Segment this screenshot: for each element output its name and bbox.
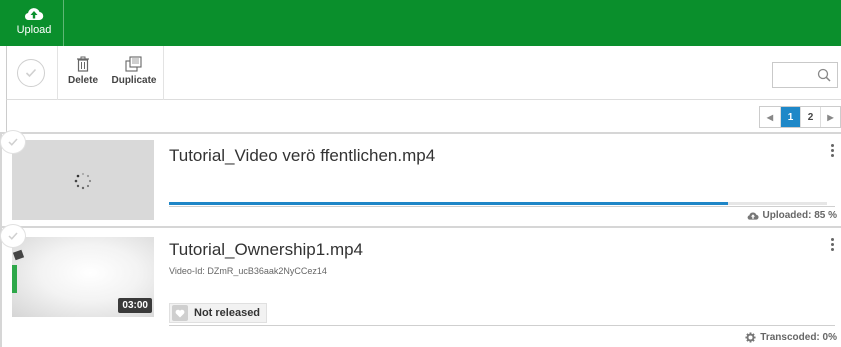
duplicate-button[interactable]: Duplicate [107, 52, 161, 94]
upload-status-text: Uploaded: 85 % [762, 210, 837, 221]
select-all-checkbox[interactable] [17, 59, 45, 87]
video-list-item[interactable]: Tutorial_Video verö ffentlichen.mp4 Uplo… [0, 130, 841, 226]
divider [169, 206, 835, 207]
video-thumbnail[interactable] [12, 140, 154, 220]
delete-button[interactable]: Delete [63, 52, 103, 94]
item-select-checkbox[interactable] [0, 224, 26, 248]
search-icon [817, 68, 831, 82]
video-duration: 03:00 [118, 298, 152, 313]
pagination-bar: ◀ 1 2 ▶ [6, 100, 841, 132]
video-list-item[interactable]: 03:00 Tutorial_Ownership1.mp4 Video-Id: … [0, 224, 841, 347]
check-icon [25, 68, 37, 78]
duplicate-label: Duplicate [111, 75, 157, 86]
prev-page-button[interactable]: ◀ [760, 107, 780, 127]
page-2-button[interactable]: 2 [800, 107, 820, 127]
cloud-upload-icon [24, 8, 44, 21]
release-status-text: Not released [194, 307, 261, 319]
check-icon [8, 232, 18, 240]
divider [169, 325, 835, 326]
thumbnail-detail [12, 265, 17, 293]
delete-label: Delete [67, 75, 98, 86]
upload-progress-fill [169, 202, 729, 205]
page-1-button[interactable]: 1 [780, 107, 800, 127]
transcode-status: Transcoded: 0% [745, 332, 837, 343]
item-select-checkbox[interactable] [0, 130, 26, 154]
release-status-badge[interactable]: Not released [169, 303, 268, 323]
toolbar-divider [163, 46, 164, 100]
pagination: ◀ 1 2 ▶ [759, 106, 841, 128]
gear-icon [745, 332, 756, 343]
more-options-icon[interactable] [829, 144, 835, 159]
upload-button[interactable]: Upload [10, 4, 58, 42]
transcode-status-text: Transcoded: 0% [760, 332, 837, 343]
top-bar: Upload [0, 0, 841, 46]
trash-icon [77, 56, 89, 72]
search-input[interactable] [772, 62, 838, 88]
thumbnail-detail [12, 249, 25, 261]
upload-progress-bar [169, 202, 827, 205]
video-thumbnail[interactable]: 03:00 [12, 237, 154, 317]
video-title[interactable]: Tutorial_Video verö ffentlichen.mp4 [169, 146, 435, 166]
more-options-icon[interactable] [829, 238, 835, 253]
video-title[interactable]: Tutorial_Ownership1.mp4 [169, 240, 363, 260]
toolbar-divider [57, 46, 58, 100]
toolbar: Delete Duplicate [6, 46, 841, 100]
heart-icon [172, 305, 188, 321]
duplicate-icon [125, 56, 142, 72]
cloud-upload-icon [747, 211, 759, 220]
video-id: Video-Id: DZmR_ucB36aak2NyCCez14 [169, 266, 327, 276]
next-page-button[interactable]: ▶ [820, 107, 840, 127]
loading-spinner-icon [74, 172, 92, 190]
upload-label: Upload [16, 24, 52, 36]
check-icon [8, 138, 18, 146]
upload-status: Uploaded: 85 % [747, 210, 837, 221]
topbar-divider [63, 0, 64, 46]
